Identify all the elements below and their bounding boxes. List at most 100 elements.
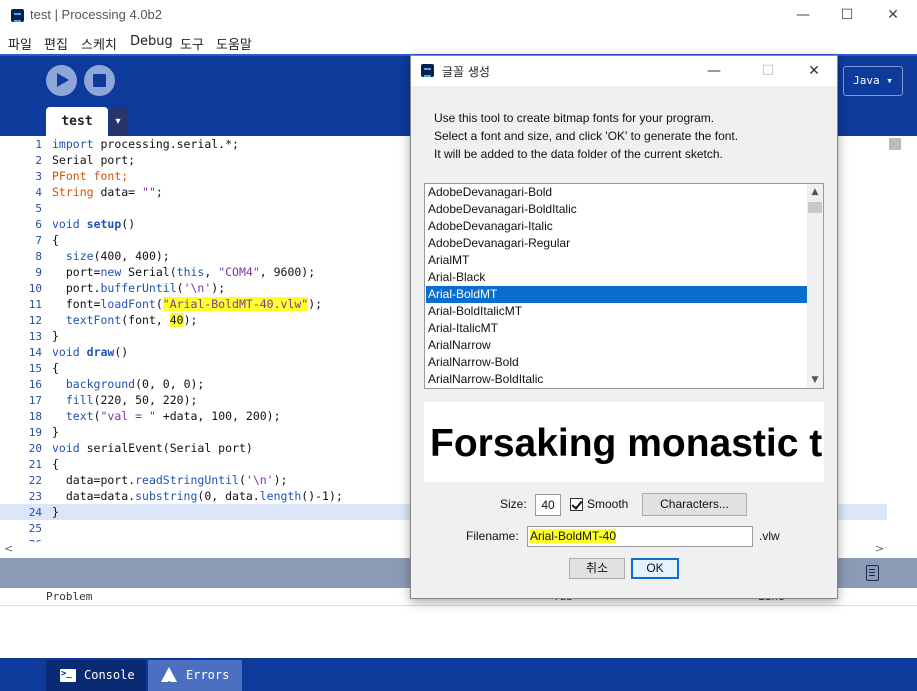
font-list-item[interactable]: Arial-Black [426,269,807,286]
characters-button[interactable]: Characters... [642,493,747,516]
size-label: Size: [500,497,527,511]
copy-icon[interactable] [866,565,879,581]
code-line: { [52,233,59,247]
dialog-maximize-button: ☐ [761,63,775,79]
menu-help[interactable]: 도움말 [216,34,252,53]
close-button[interactable]: ✕ [878,5,908,25]
menu-edit[interactable]: 편집 [44,34,68,53]
code-line: { [52,457,59,471]
stop-button[interactable] [84,65,115,96]
line-number: 14 [28,346,42,359]
scroll-up-arrow-icon[interactable]: ▲ [807,184,823,200]
line-number: 4 [35,186,42,199]
line-number: 9 [35,266,42,279]
filename-value: Arial-BoldMT-40 [530,529,617,543]
cancel-button[interactable]: 취소 [569,558,625,579]
dialog-title-bar: 글꼴 생성 — ☐ ✕ [411,56,837,86]
line-number: 1 [35,138,42,151]
font-list-item[interactable]: ArialNarrow-Bold [426,354,807,371]
menu-sketch[interactable]: 스케치 [81,34,117,53]
footer-bar: Console Errors [0,658,917,691]
dialog-minimize-button[interactable]: — [701,60,727,82]
dialog-close-button[interactable]: ✕ [801,60,827,82]
maximize-button[interactable]: ☐ [832,5,862,25]
scrollbar-thumb[interactable] [889,138,901,150]
line-number: 21 [28,458,42,471]
menu-debug[interactable]: Debug [130,34,173,49]
line-number: 16 [28,378,42,391]
font-preview-text: Forsaking monastic t [430,422,823,465]
code-line: fill(220, 50, 220); [65,393,198,407]
line-number: 2 [35,154,42,167]
code-line: } [52,505,59,519]
code-line: font=loadFont("Arial-BoldMT-40.vlw"); [52,297,323,311]
line-number: 8 [35,250,42,263]
font-list-item[interactable]: Arial-BoldItalicMT [426,303,807,320]
filename-input[interactable]: Arial-BoldMT-40 [527,526,753,547]
line-number: 15 [28,362,42,375]
line-number: 22 [28,474,42,487]
menu-file[interactable]: 파일 [8,34,32,53]
font-list-item[interactable]: ArialMT [426,252,807,269]
code-line: void setup() [52,217,136,231]
font-list[interactable]: AdobeDevanagari-Bold AdobeDevanagari-Bol… [424,183,824,389]
line-number: 6 [35,218,42,231]
errors-tab-button[interactable]: Errors [148,660,242,691]
scrollbar-thumb[interactable] [808,202,822,213]
dialog-title: 글꼴 생성 [442,65,490,79]
line-number: 13 [28,330,42,343]
terminal-icon [60,668,76,682]
console-tab-button[interactable]: Console [46,660,146,691]
font-list-item[interactable]: ArialNarrow-BoldItalic [426,371,807,388]
run-button[interactable] [46,65,77,96]
code-line: { [52,361,59,375]
menu-tools[interactable]: 도구 [180,34,204,53]
font-list-item[interactable]: ArialNarrow [426,337,807,354]
warning-icon [161,667,177,691]
code-line: void serialEvent(Serial port) [52,441,253,455]
font-list-item-selected[interactable]: Arial-BoldMT [426,286,807,303]
line-number-gutter: 1 2 3 4 5 6 7 8 9 10 11 12 13 14 15 16 1… [0,136,46,542]
editor-vertical-scrollbar[interactable] [887,136,903,542]
font-list-item[interactable]: Arial-ItalicMT [426,320,807,337]
code-line: PFont font; [52,169,129,183]
line-number: 11 [28,298,42,311]
code-line: } [52,425,59,439]
mode-selector[interactable]: Java ▾ [843,66,903,96]
line-number: 10 [28,282,42,295]
code-line: port.bufferUntil('\n'); [52,281,226,295]
smooth-checkbox[interactable] [570,498,583,511]
filename-extension: .vlw [759,529,780,543]
code-line: data=data.substring(0, data.length()-1); [52,489,343,503]
font-list-item[interactable]: AdobeDevanagari-Italic [426,218,807,235]
code-line: String data= ""; [52,185,163,199]
filename-label: Filename: [466,529,519,543]
line-number: 5 [35,202,42,215]
ok-button[interactable]: OK [631,558,679,579]
tab-menu-button[interactable]: ▾ [109,107,127,136]
font-list-item[interactable]: AdobeDevanagari-BoldItalic [426,201,807,218]
line-number: 25 [28,522,42,535]
scroll-right-arrow-icon[interactable]: > [875,542,884,555]
console-tab-label: Console [84,668,135,682]
dialog-info-line: It will be added to the data folder of t… [434,147,723,161]
font-list-item[interactable]: AdobeDevanagari-Bold [426,184,807,201]
line-number: 24 [28,506,42,519]
code-line: import processing.serial.*; [52,137,239,151]
line-number: 19 [28,426,42,439]
code-line: data=port.readStringUntil('\n'); [52,473,288,487]
scroll-down-arrow-icon[interactable]: ▼ [807,372,823,388]
column-header-problem[interactable]: Problem [46,590,92,603]
line-number: 23 [28,490,42,503]
code-line: size(400, 400); [65,249,170,263]
font-list-item[interactable]: AdobeDevanagari-Regular [426,235,807,252]
column-header-rule [0,605,917,606]
scroll-left-arrow-icon[interactable]: < [4,542,13,555]
minimize-button[interactable]: — [788,5,818,25]
font-list-scrollbar[interactable]: ▲ ▼ [807,184,823,388]
tab-test[interactable]: test [46,107,108,136]
code-line: background(0, 0, 0); [65,377,205,391]
create-font-dialog: 글꼴 생성 — ☐ ✕ Use this tool to create bitm… [410,55,838,599]
line-number: 3 [35,170,42,183]
size-input[interactable]: 40 [535,494,561,516]
